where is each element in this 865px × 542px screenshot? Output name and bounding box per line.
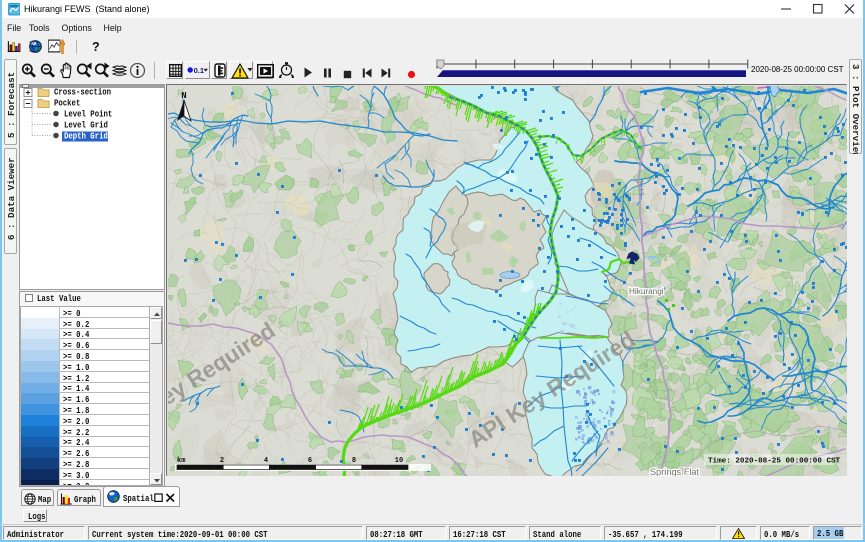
svg-text:Springs Flat: Springs Flat [650, 467, 699, 476]
svg-text:10: 10 [394, 457, 402, 465]
svg-text:0.1: 0.1 [194, 66, 204, 75]
svg-text:6: 6 [307, 457, 311, 465]
svg-text:Level Point: Level Point [64, 109, 112, 120]
svg-text:Time: 2020-08-25 00:00:00 CST: Time: 2020-08-25 00:00:00 CST [708, 457, 841, 465]
svg-text:Level Grid: Level Grid [64, 120, 108, 131]
svg-text:6 : Data Viewer: 6 : Data Viewer [6, 157, 17, 240]
svg-text:Depth Grid: Depth Grid [64, 131, 108, 142]
svg-text:8: 8 [351, 457, 355, 465]
svg-text:3 : Plot Overview: 3 : Plot Overview [850, 64, 861, 154]
svg-text:N: N [181, 91, 186, 101]
svg-text:2: 2 [219, 457, 223, 465]
svg-text:Pocket: Pocket [54, 98, 80, 109]
svg-text:4: 4 [263, 457, 267, 465]
svg-text:Cross-section: Cross-section [54, 88, 111, 98]
svg-text:5 : Forecast: 5 : Forecast [6, 72, 17, 138]
svg-text:km: km [177, 457, 185, 465]
svg-text:Hikurangi: Hikurangi [629, 287, 664, 296]
